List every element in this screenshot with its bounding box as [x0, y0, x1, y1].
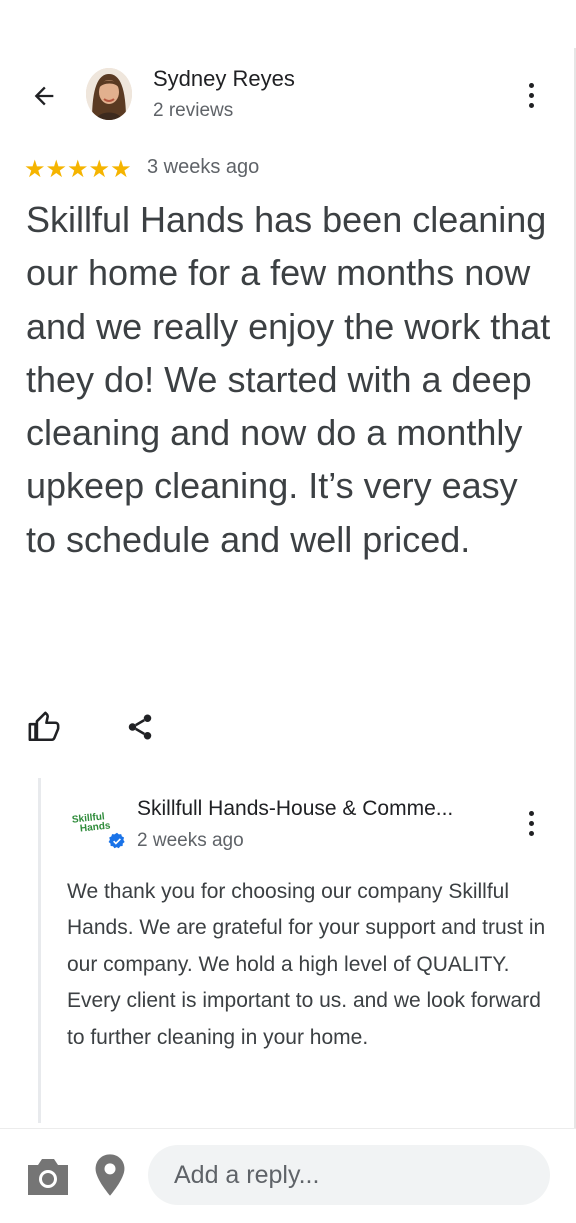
owner-reply-time: 2 weeks ago [137, 830, 244, 851]
reviewer-review-count: 2 reviews [153, 100, 234, 121]
review-time: 3 weeks ago [147, 156, 260, 178]
review-text: Skillful Hands has been cleaning our hom… [26, 199, 551, 560]
reply-input[interactable] [148, 1145, 550, 1205]
avatar[interactable] [86, 68, 132, 120]
more-options-button[interactable] [519, 78, 543, 112]
verified-badge-icon [108, 832, 125, 849]
owner-logo: Skillful Hands [70, 811, 126, 852]
location-pin-icon [95, 1154, 125, 1196]
camera-icon [28, 1159, 68, 1195]
back-button[interactable] [22, 74, 66, 118]
more-vert-icon [528, 810, 534, 816]
owner-name[interactable]: Skillfull Hands-House & Comme... [137, 797, 497, 821]
location-button[interactable] [93, 1153, 127, 1197]
share-icon [128, 714, 152, 740]
thumb-up-icon [28, 711, 60, 742]
reviewer-name[interactable]: Sydney Reyes [153, 66, 295, 92]
reply-thread-line [38, 778, 41, 1123]
more-vert-icon [528, 82, 534, 88]
owner-reply-text: We thank you for choosing our company Sk… [67, 880, 546, 1049]
arrow-left-icon [34, 86, 54, 106]
divider [0, 1128, 576, 1129]
camera-button[interactable] [24, 1155, 72, 1197]
reply-more-options-button[interactable] [519, 806, 543, 840]
logo-text: Hands [79, 820, 112, 835]
profile-photo [86, 68, 132, 120]
share-button[interactable] [125, 710, 159, 746]
like-button[interactable] [27, 710, 63, 746]
star-rating: ★★★★★ [24, 156, 132, 183]
